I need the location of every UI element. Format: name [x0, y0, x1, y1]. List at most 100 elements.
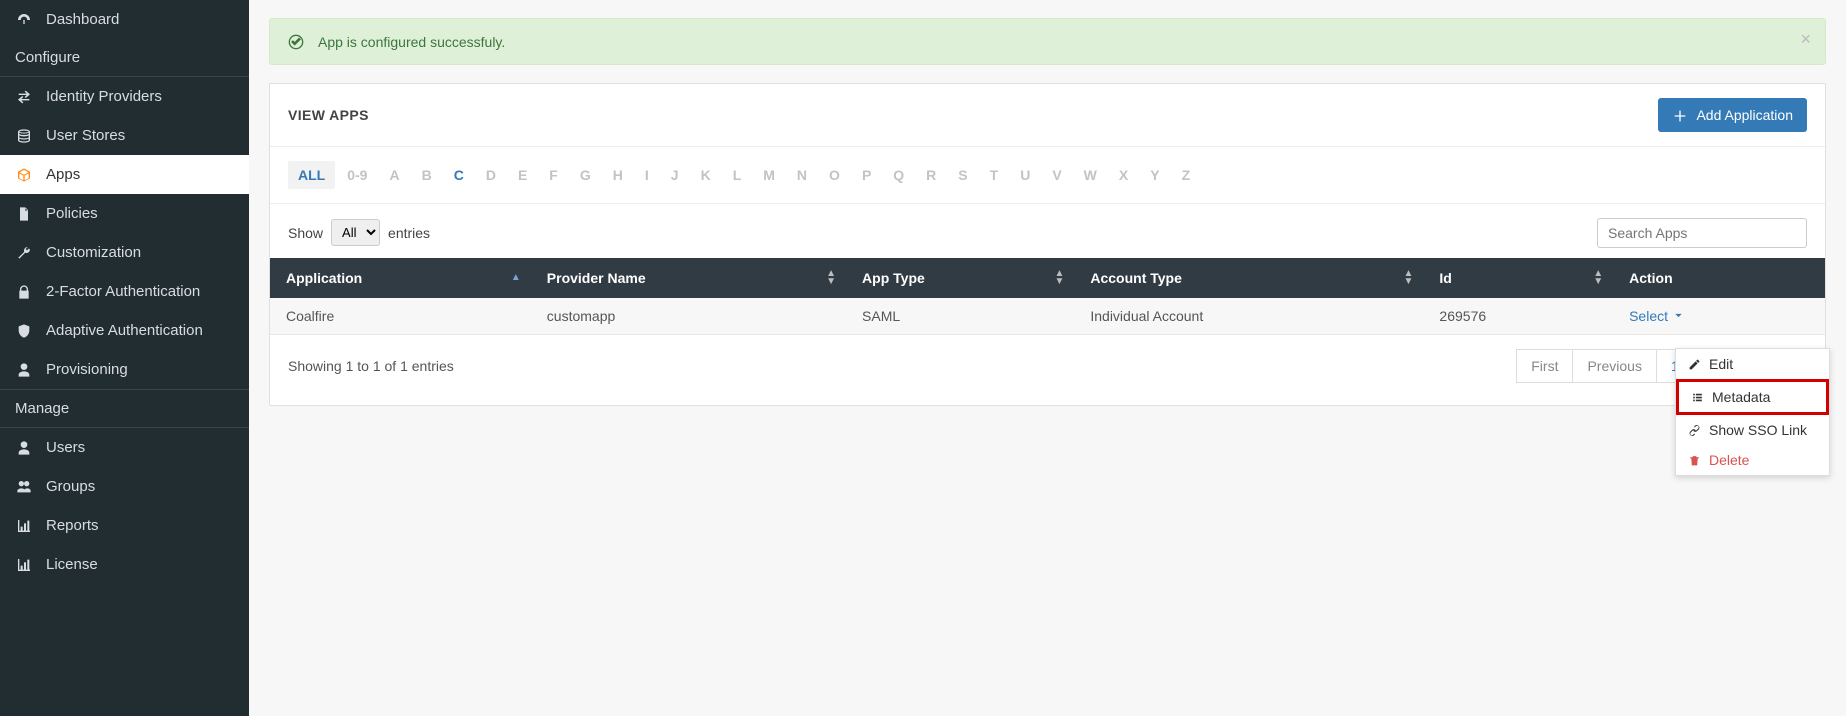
action-dropdown: Edit Metadata Show SSO Link Delete [1675, 348, 1830, 476]
chart-icon [14, 517, 34, 534]
alpha-filter-j[interactable]: J [661, 161, 689, 189]
search-input[interactable] [1597, 218, 1807, 248]
alpha-filter-r[interactable]: R [916, 161, 946, 189]
alpha-filter-u[interactable]: U [1010, 161, 1040, 189]
panel-title: VIEW APPS [288, 107, 369, 123]
cell-account_type: Individual Account [1074, 298, 1423, 335]
sidebar-item-label: Reports [46, 517, 99, 534]
list-icon [1691, 390, 1704, 404]
entries-label: entries [388, 225, 430, 241]
add-application-label: Add Application [1696, 107, 1793, 123]
alpha-filter-y[interactable]: Y [1140, 161, 1169, 189]
shield-icon [14, 322, 34, 339]
dropdown-item-edit[interactable]: Edit [1676, 349, 1829, 379]
alpha-filter-f[interactable]: F [539, 161, 568, 189]
sidebar-item-label: Users [46, 439, 85, 456]
sidebar-item-user-stores[interactable]: User Stores [0, 116, 249, 155]
alpha-filter-v[interactable]: V [1042, 161, 1071, 189]
table-info: Showing 1 to 1 of 1 entries [288, 358, 454, 374]
sidebar-item-adaptive-auth[interactable]: Adaptive Authentication [0, 311, 249, 350]
alpha-filter-n[interactable]: N [787, 161, 817, 189]
sidebar-item-identity-providers[interactable]: Identity Providers [0, 77, 249, 116]
alpha-filter-d[interactable]: D [476, 161, 506, 189]
sidebar-item-label: Policies [46, 205, 98, 222]
sidebar-item-label: Adaptive Authentication [46, 322, 203, 339]
dropdown-item-label: Delete [1709, 452, 1749, 468]
alpha-filter-z[interactable]: Z [1172, 161, 1201, 189]
sidebar: DashboardConfigureIdentity ProvidersUser… [0, 0, 249, 716]
alpha-filter-0-9[interactable]: 0-9 [337, 161, 377, 189]
alpha-filter-e[interactable]: E [508, 161, 537, 189]
sidebar-item-label: Identity Providers [46, 88, 162, 105]
alpha-filter-s[interactable]: S [948, 161, 977, 189]
sidebar-item-label: Groups [46, 478, 95, 495]
col-application[interactable]: Application▲ [270, 258, 531, 298]
cell-application: Coalfire [270, 298, 531, 335]
action-select-toggle[interactable]: Select [1629, 308, 1685, 324]
table-controls: Show All entries [270, 204, 1825, 258]
col-account_type[interactable]: Account Type▲▼ [1074, 258, 1423, 298]
alpha-filter-k[interactable]: K [691, 161, 721, 189]
alpha-filter-l[interactable]: L [723, 161, 752, 189]
alpha-filter-p[interactable]: P [852, 161, 881, 189]
sidebar-item-customization[interactable]: Customization [0, 233, 249, 272]
dropdown-item-delete[interactable]: Delete [1676, 445, 1829, 475]
sidebar-item-label: License [46, 556, 98, 573]
pager-prev[interactable]: Previous [1573, 349, 1656, 383]
user-icon [14, 361, 34, 378]
sidebar-item-label: Provisioning [46, 361, 128, 378]
alpha-filter-o[interactable]: O [819, 161, 850, 189]
entries-select[interactable]: All [331, 219, 380, 246]
apps-panel: VIEW APPS Add Application ALL0-9ABCDEFGH… [269, 83, 1826, 405]
sidebar-item-dashboard[interactable]: Dashboard [0, 0, 249, 39]
sidebar-item-groups[interactable]: Groups [0, 467, 249, 506]
sidebar-item-label: User Stores [46, 127, 125, 144]
show-label: Show [288, 225, 323, 241]
alpha-filter-i[interactable]: I [635, 161, 659, 189]
alert-close-button[interactable]: × [1800, 29, 1811, 50]
dropdown-item-metadata[interactable]: Metadata [1676, 379, 1829, 415]
alpha-filter-all[interactable]: ALL [288, 161, 335, 189]
trash-icon [1688, 453, 1701, 467]
table-row: CoalfirecustomappSAMLIndividual Account2… [270, 298, 1825, 335]
alert-success: App is configured successfuly. × [269, 18, 1826, 65]
alpha-filter-c[interactable]: C [444, 161, 474, 189]
sidebar-item-provisioning[interactable]: Provisioning [0, 350, 249, 389]
lock-icon [14, 283, 34, 300]
cell-id: 269576 [1423, 298, 1613, 335]
alpha-filter-h[interactable]: H [603, 161, 633, 189]
cell-app_type: SAML [846, 298, 1074, 335]
alpha-filter-m[interactable]: M [753, 161, 785, 189]
chart-icon [14, 556, 34, 573]
document-icon [14, 205, 34, 222]
check-circle-icon [288, 33, 304, 50]
dropdown-item-label: Edit [1709, 356, 1733, 372]
alpha-filter-w[interactable]: W [1074, 161, 1107, 189]
sidebar-item-users[interactable]: Users [0, 428, 249, 467]
sidebar-item-reports[interactable]: Reports [0, 506, 249, 545]
alpha-filter-q[interactable]: Q [883, 161, 914, 189]
col-app_type[interactable]: App Type▲▼ [846, 258, 1074, 298]
sidebar-item-label: 2-Factor Authentication [46, 283, 200, 300]
dropdown-item-label: Show SSO Link [1709, 422, 1807, 438]
alpha-filter-a[interactable]: A [379, 161, 409, 189]
sidebar-item-two-factor[interactable]: 2-Factor Authentication [0, 272, 249, 311]
alpha-filter-b[interactable]: B [412, 161, 442, 189]
sidebar-section-header: Manage [0, 389, 249, 428]
col-id[interactable]: Id▲▼ [1423, 258, 1613, 298]
alpha-filter-g[interactable]: G [570, 161, 601, 189]
show-entries: Show All entries [288, 219, 430, 246]
sidebar-item-policies[interactable]: Policies [0, 194, 249, 233]
dropdown-item-show-sso-link[interactable]: Show SSO Link [1676, 415, 1829, 445]
cube-icon [14, 166, 34, 183]
user-icon [14, 439, 34, 456]
alert-message: App is configured successfuly. [318, 34, 505, 50]
alpha-filter-x[interactable]: X [1109, 161, 1138, 189]
database-icon [14, 127, 34, 144]
sidebar-item-license[interactable]: License [0, 545, 249, 584]
pager-first[interactable]: First [1516, 349, 1573, 383]
alpha-filter-t[interactable]: T [980, 161, 1009, 189]
sidebar-item-apps[interactable]: Apps [0, 155, 249, 194]
add-application-button[interactable]: Add Application [1658, 98, 1807, 131]
col-provider_name[interactable]: Provider Name▲▼ [531, 258, 846, 298]
